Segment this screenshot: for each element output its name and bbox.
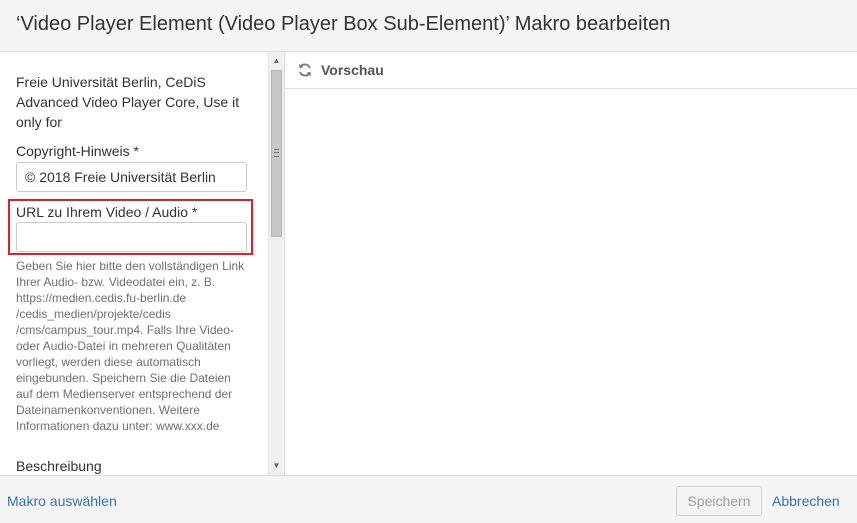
select-macro-link[interactable]: Makro auswählen [7,493,117,509]
scroll-thumb[interactable] [271,70,282,237]
url-label: URL zu Ihrem Video / Audio * [16,204,198,220]
url-input[interactable] [16,222,247,252]
preview-header: Vorschau [285,52,857,89]
cancel-link[interactable]: Abbrechen [772,493,840,509]
scroll-up-arrow-icon[interactable]: ▲ [269,53,284,69]
dialog-header: ‘Video Player Element (Video Player Box … [0,0,857,52]
preview-panel: Vorschau [284,52,857,475]
dialog-footer: Makro auswählen Speichern Abbrechen [0,475,857,523]
description-label: Beschreibung [16,458,102,474]
parameters-scrollbar[interactable]: ▲ ▼ [268,52,284,475]
scroll-down-arrow-icon[interactable]: ▼ [269,458,284,474]
scroll-grip-icon [274,149,279,157]
copyright-input[interactable] [16,162,247,192]
macro-parameters-panel: Freie Universität Berlin, CeDiS Advanced… [0,52,268,475]
copyright-label: Copyright-Hinweis * [16,143,139,159]
parameters-intro: Freie Universität Berlin, CeDiS Advanced… [16,72,256,132]
url-help-text: Geben Sie hier bitte den vollständigen L… [16,259,245,433]
refresh-icon[interactable] [297,62,313,78]
macro-description: Freie Universität Berlin, CeDiS Advanced… [16,74,240,130]
preview-label: Vorschau [321,62,384,78]
dialog-title: ‘Video Player Element (Video Player Box … [16,13,671,35]
save-button[interactable]: Speichern [676,486,762,516]
